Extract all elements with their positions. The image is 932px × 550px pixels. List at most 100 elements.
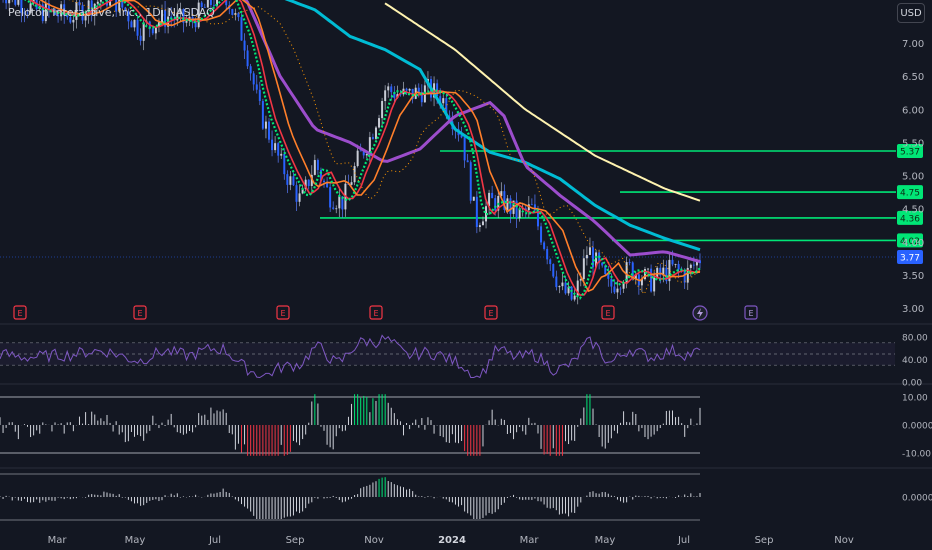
candle-body (650, 268, 653, 292)
currency-button[interactable]: USD (897, 3, 925, 23)
candle-body (628, 262, 631, 263)
candle-body (588, 247, 591, 255)
candle-body (585, 254, 588, 259)
candle-body (390, 86, 393, 93)
candle-body (674, 264, 677, 265)
candle-body (307, 179, 310, 186)
candle-body (491, 192, 494, 199)
level-badge-label: 4.36 (900, 214, 920, 224)
price-tick-label: 6.50 (902, 72, 924, 83)
ma-lines (23, 0, 701, 300)
candle-body (463, 137, 466, 161)
candle-body (692, 264, 695, 266)
candle-body (371, 137, 374, 139)
earnings-marker: E (601, 305, 615, 320)
moving-average-line (243, 0, 701, 264)
candle-body (323, 180, 326, 182)
candle-body (17, 0, 20, 5)
price-tick-label: 6.00 (902, 105, 924, 116)
candle-body (469, 162, 472, 201)
candle-body (466, 160, 469, 163)
candle-body (494, 198, 497, 211)
candle-body (231, 9, 234, 15)
candle-body (298, 193, 301, 202)
candle-body (271, 139, 274, 151)
candle-body (277, 143, 280, 156)
candle-body (240, 17, 243, 41)
time-tick-label: Nov (364, 535, 384, 546)
candle-body (442, 98, 445, 104)
candle-body (540, 226, 543, 243)
candle-body (365, 153, 368, 156)
candle-body (546, 248, 549, 260)
candle-body (582, 258, 585, 280)
candle-body (671, 259, 674, 265)
candle-body (353, 166, 356, 183)
candle-body (564, 282, 567, 294)
candle-body (280, 153, 283, 156)
earnings-marker: E (276, 305, 290, 320)
candle-body (359, 150, 362, 152)
candle-body (286, 174, 289, 185)
earnings-marker: E (133, 305, 147, 320)
candle-body (261, 100, 264, 129)
candle-body (72, 19, 75, 23)
candle-body (133, 19, 136, 28)
future-earnings-marker: E (744, 305, 758, 320)
earnings-letter-icon: E (17, 309, 22, 318)
candle-body (136, 19, 139, 36)
candle-body (405, 88, 408, 91)
candle-body (677, 264, 680, 270)
candle-body (99, 0, 102, 2)
candle-body (316, 160, 319, 170)
price-tick-label: 5.00 (902, 172, 924, 183)
candle-body (335, 208, 338, 210)
candle-body (573, 295, 576, 300)
candle-body (381, 101, 384, 119)
earnings-letter-icon: E (137, 309, 142, 318)
candle-body (384, 90, 387, 102)
candle-body (185, 21, 188, 23)
price-tick-label: 4.00 (902, 238, 924, 249)
candle-body (610, 278, 613, 287)
candle-body (509, 198, 512, 214)
candle-body (289, 176, 292, 185)
time-tick-label: Sep (755, 535, 774, 546)
candle-body (506, 198, 509, 210)
osc1-tick-label: -10.00 (902, 450, 931, 460)
candle-body (653, 277, 656, 292)
candle-body (472, 196, 475, 201)
candle-body (558, 286, 561, 288)
price-chart[interactable]: 5.374.754.364.023.77 EEEEEEE 7.006.506.0… (0, 0, 932, 550)
dividend-marker (692, 305, 708, 321)
candle-body (139, 35, 142, 41)
fast-ma-green-dotted (23, 0, 701, 300)
candle-body (209, 0, 212, 5)
candle-body (255, 84, 258, 90)
candle-body (295, 185, 298, 202)
osc2-tick-label: 0.0000 (902, 494, 932, 504)
time-tick-label: Sep (286, 535, 305, 546)
osc1-tick-label: 10.00 (902, 394, 928, 404)
time-tick-label: May (595, 535, 616, 546)
candle-body (243, 40, 246, 51)
candle-body (647, 268, 650, 270)
earnings-marker: E (13, 305, 27, 320)
candle-body (142, 22, 145, 41)
candle-body (374, 127, 377, 139)
price-tick-label: 4.50 (902, 205, 924, 216)
earnings-marker: E (484, 305, 498, 320)
time-tick-label: May (125, 535, 146, 546)
candle-body (252, 73, 255, 85)
candle-body (130, 21, 133, 28)
candle-body (8, 0, 11, 4)
time-tick-label: Mar (520, 535, 540, 546)
candle-body (552, 264, 555, 277)
earnings-letter-icon: E (605, 309, 610, 318)
time-tick-label: Nov (834, 535, 854, 546)
candle-body (14, 0, 17, 5)
candle-body (356, 150, 359, 167)
price-tick-label: 5.50 (902, 138, 924, 149)
candle-body (292, 176, 295, 186)
last-price-label: 3.77 (900, 253, 920, 263)
